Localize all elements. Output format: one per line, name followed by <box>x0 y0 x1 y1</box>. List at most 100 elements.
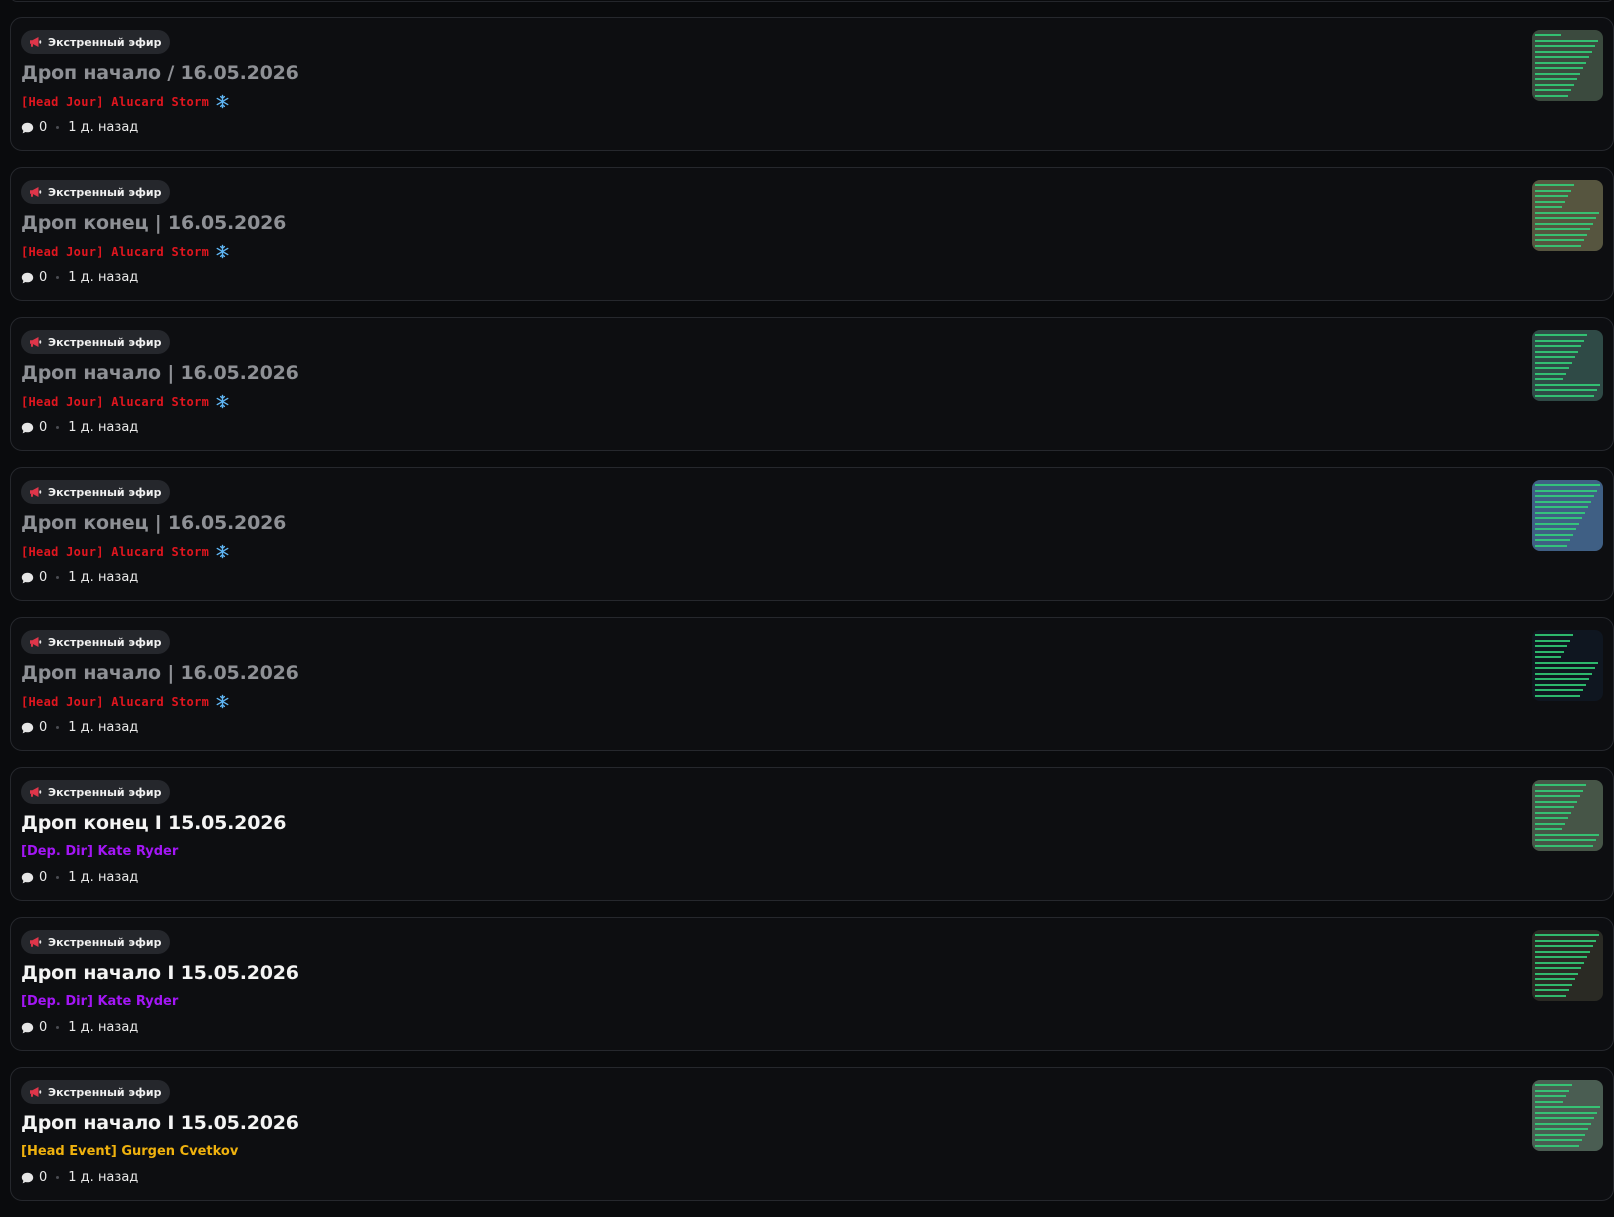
thumbnail-text-line <box>1535 189 1571 192</box>
post-time: 1 д. назад <box>68 1020 139 1035</box>
post-thumbnail[interactable] <box>1532 30 1603 101</box>
thumbnail-text-line <box>1535 989 1569 991</box>
author-line: [Head Jour] Alucard Storm <box>21 94 230 109</box>
meta-separator <box>56 276 60 279</box>
comment-icon <box>21 272 34 283</box>
thumbnail-text-line <box>1535 67 1583 69</box>
comment-icon <box>21 722 34 733</box>
post-thumbnail[interactable] <box>1532 1080 1603 1151</box>
thumbnail-text-line <box>1535 817 1568 819</box>
thumbnail-text-line <box>1535 784 1586 786</box>
post-card-4[interactable]: Экстренный эфир Дроп конец | 16.05.2026 … <box>10 467 1614 601</box>
thumbnail-text-line <box>1535 367 1569 369</box>
post-title[interactable]: Дроп конец | 16.05.2026 <box>21 512 286 534</box>
thumbnail-text-line <box>1535 811 1571 814</box>
post-title[interactable]: Дроп начало I 15.05.2026 <box>21 962 299 984</box>
post-title[interactable]: Дроп начало | 16.05.2026 <box>21 662 299 684</box>
thumbnail-text-line <box>1535 994 1566 997</box>
thumbnail-text-line <box>1535 1111 1597 1114</box>
thumbnail-text-line <box>1535 1100 1563 1103</box>
thumbnail-text-line <box>1535 939 1596 942</box>
comment-count: 0 <box>39 870 48 885</box>
thumbnail-text-line <box>1535 239 1584 241</box>
thumbnail-text-line <box>1535 967 1581 969</box>
thumbnail-text-line <box>1535 495 1594 497</box>
author-name[interactable]: [Dep. Dir] Kate Ryder <box>21 994 178 1009</box>
post-thumbnail[interactable] <box>1532 480 1603 551</box>
comment-icon <box>21 1022 34 1033</box>
thumbnail-text-line <box>1535 544 1567 547</box>
thumbnail-text-line <box>1535 833 1599 836</box>
author-name[interactable]: [Head Jour] Alucard Storm <box>21 95 209 109</box>
post-title[interactable]: Дроп конец I 15.05.2026 <box>21 812 286 834</box>
category-badge[interactable]: Экстренный эфир <box>21 1080 171 1104</box>
thumbnail-text-line <box>1535 394 1594 397</box>
post-thumbnail[interactable] <box>1532 180 1603 251</box>
author-name[interactable]: [Head Jour] Alucard Storm <box>21 545 209 559</box>
post-card-2[interactable]: Экстренный эфир Дроп конец | 16.05.2026 … <box>10 167 1614 301</box>
post-thumbnail[interactable] <box>1532 930 1603 1001</box>
post-thumbnail[interactable] <box>1532 780 1603 851</box>
post-meta: 0 1 д. назад <box>21 420 138 435</box>
post-card-1[interactable]: Экстренный эфир Дроп начало / 16.05.2026… <box>10 17 1614 151</box>
thumbnail-text-line <box>1535 934 1599 936</box>
post-card-5[interactable]: Экстренный эфир Дроп начало | 16.05.2026… <box>10 617 1614 751</box>
category-badge[interactable]: Экстренный эфир <box>21 180 171 204</box>
comment-icon <box>21 122 34 133</box>
post-card-3[interactable]: Экстренный эфир Дроп начало | 16.05.2026… <box>10 317 1614 451</box>
thumbnail-text-line <box>1535 839 1596 841</box>
post-title[interactable]: Дроп начало / 16.05.2026 <box>21 62 299 84</box>
post-card-8[interactable]: Экстренный эфир Дроп начало I 15.05.2026… <box>10 1067 1614 1201</box>
post-title[interactable]: Дроп начало I 15.05.2026 <box>21 1112 299 1134</box>
megaphone-icon <box>30 787 42 797</box>
thumbnail-text-line <box>1535 206 1562 208</box>
thumbnail-text-line <box>1535 1122 1591 1125</box>
thumbnail-text-line <box>1535 211 1599 214</box>
post-thumbnail[interactable] <box>1532 330 1603 401</box>
comment-count: 0 <box>39 420 48 435</box>
thumbnail-text-line <box>1535 50 1592 53</box>
post-title[interactable]: Дроп конец | 16.05.2026 <box>21 212 286 234</box>
post-feed: Экстренный эфир Дроп начало / 16.05.2026… <box>10 17 1614 1217</box>
author-name[interactable]: [Head Event] Gurgen Cvetkov <box>21 1144 238 1159</box>
thumbnail-text-line <box>1535 56 1589 58</box>
post-meta: 0 1 д. назад <box>21 270 138 285</box>
category-badge[interactable]: Экстренный эфир <box>21 30 171 54</box>
category-badge[interactable]: Экстренный эфир <box>21 780 171 804</box>
comment-icon <box>21 872 34 883</box>
thumbnail-text-line <box>1535 1084 1572 1086</box>
thumbnail-text-line <box>1535 972 1578 975</box>
category-badge[interactable]: Экстренный эфир <box>21 630 171 654</box>
post-card-6[interactable]: Экстренный эфир Дроп конец I 15.05.2026 … <box>10 767 1614 901</box>
thumbnail-text-line <box>1535 639 1570 642</box>
thumbnail-text-line <box>1535 94 1568 97</box>
category-badge[interactable]: Экстренный эфир <box>21 930 171 954</box>
thumbnail-text-line <box>1535 383 1600 386</box>
thumbnail-text-line <box>1535 217 1596 219</box>
snowflake-icon <box>216 244 229 259</box>
thumbnail-text-line <box>1535 661 1598 664</box>
thumbnail-text-line <box>1535 844 1593 847</box>
category-badge-label: Экстренный эфир <box>48 1085 162 1099</box>
category-badge[interactable]: Экстренный эфир <box>21 330 171 354</box>
author-line: [Dep. Dir] Kate Ryder <box>21 844 178 859</box>
author-name[interactable]: [Head Jour] Alucard Storm <box>21 245 209 259</box>
post-thumbnail[interactable] <box>1532 630 1603 701</box>
author-name[interactable]: [Dep. Dir] Kate Ryder <box>21 844 178 859</box>
thumbnail-text-line <box>1535 233 1587 236</box>
category-badge[interactable]: Экстренный эфир <box>21 480 171 504</box>
category-badge-label: Экстренный эфир <box>48 785 162 799</box>
thumbnail-text-line <box>1535 356 1575 358</box>
snowflake-icon <box>216 94 229 109</box>
author-name[interactable]: [Head Jour] Alucard Storm <box>21 395 209 409</box>
thumbnail-text-line <box>1535 83 1574 86</box>
thumbnail-text-line <box>1535 39 1598 42</box>
post-title[interactable]: Дроп начало | 16.05.2026 <box>21 362 299 384</box>
thumbnail-text-line <box>1535 517 1582 519</box>
post-card-7[interactable]: Экстренный эфир Дроп начало I 15.05.2026… <box>10 917 1614 1051</box>
comment-count: 0 <box>39 120 48 135</box>
thumbnail-text-line <box>1535 689 1583 691</box>
author-name[interactable]: [Head Jour] Alucard Storm <box>21 695 209 709</box>
thumbnail-text-line <box>1535 200 1565 203</box>
comment-icon <box>21 572 34 583</box>
